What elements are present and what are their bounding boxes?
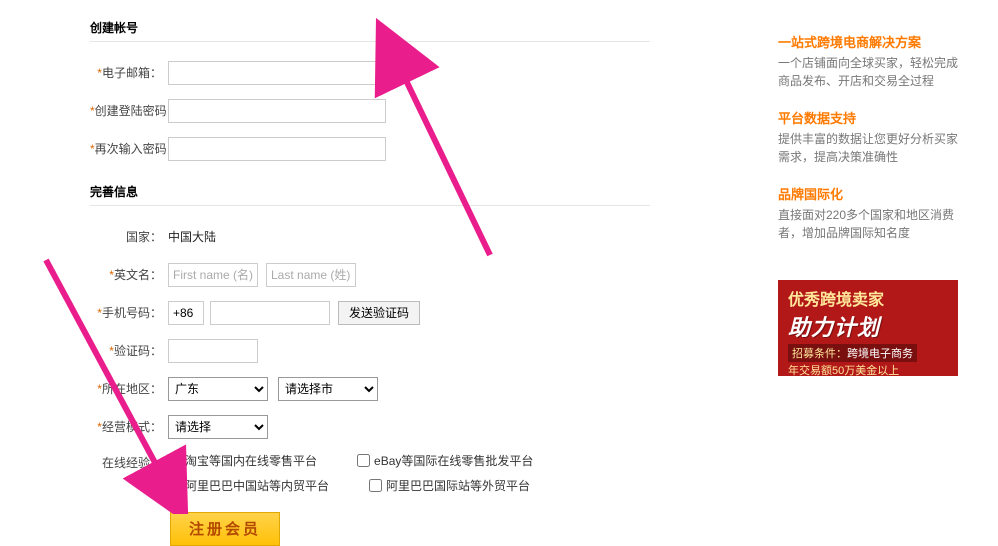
label-vcode: 验证码	[114, 344, 150, 358]
verification-code-input[interactable]	[168, 339, 258, 363]
business-mode-select[interactable]: 请选择	[168, 415, 268, 439]
label-biz-mode: 经营模式	[102, 420, 150, 434]
register-button[interactable]: 注册会员	[170, 512, 280, 546]
label-password-create: 创建登陆密码	[95, 104, 167, 118]
send-sms-button[interactable]: 发送验证码	[338, 301, 420, 325]
last-name-input[interactable]	[266, 263, 356, 287]
label-country: 国家	[126, 230, 150, 244]
label-region: 所在地区	[102, 382, 150, 396]
label-experience: 在线经验	[102, 456, 150, 470]
label-email: 电子邮箱	[102, 66, 150, 80]
promo-line1: 优秀跨境卖家	[788, 286, 948, 310]
promo-banner[interactable]: 优秀跨境卖家 助力计划 招募条件：跨境电子商务 年交易额50万美金以上	[778, 280, 958, 376]
label-en-name: 英文名	[114, 268, 150, 282]
promo-sub1: 招募条件：跨境电子商务	[788, 344, 917, 362]
promo-sub2: 年交易额50万美金以上	[788, 362, 948, 376]
city-select[interactable]: 请选择市	[278, 377, 378, 401]
feature-desc-1: 一个店铺面向全球买家，轻松完成商品发布、开店和交易全过程	[778, 54, 958, 90]
sidebar-features: 一站式跨境电商解决方案 一个店铺面向全球买家，轻松完成商品发布、开店和交易全过程…	[778, 32, 958, 260]
label-password-again: 再次输入密码	[95, 142, 167, 156]
country-value: 中国大陆	[168, 228, 216, 245]
promo-line2: 助力计划	[788, 310, 948, 342]
password-confirm-input[interactable]	[168, 137, 386, 161]
feature-desc-2: 提供丰富的数据让您更好分析买家需求，提高决策准确性	[778, 130, 958, 166]
phone-prefix-input[interactable]	[168, 301, 204, 325]
feature-desc-3: 直接面对220多个国家和地区消费者，增加品牌国际知名度	[778, 206, 958, 242]
province-select[interactable]: 广东	[168, 377, 268, 401]
first-name-input[interactable]	[168, 263, 258, 287]
checkbox-alibaba-cn[interactable]: 阿里巴巴中国站等内贸平台	[168, 477, 329, 494]
phone-number-input[interactable]	[210, 301, 330, 325]
checkbox-taobao[interactable]: 淘宝等国内在线零售平台	[168, 452, 317, 469]
feature-title-1: 一站式跨境电商解决方案	[778, 32, 958, 51]
section-profile: 完善信息	[90, 184, 650, 206]
password-input[interactable]	[168, 99, 386, 123]
section-create-account: 创建帐号	[90, 20, 650, 42]
label-mobile: 手机号码	[102, 306, 150, 320]
checkbox-ebay[interactable]: eBay等国际在线零售批发平台	[357, 452, 533, 469]
email-input[interactable]	[168, 61, 386, 85]
feature-title-3: 品牌国际化	[778, 184, 958, 203]
registration-form: 创建帐号 *电子邮箱： *创建登陆密码： *再次输入密码： 完善信息 国家： 中…	[90, 20, 650, 546]
checkbox-alibaba-intl[interactable]: 阿里巴巴国际站等外贸平台	[369, 477, 530, 494]
feature-title-2: 平台数据支持	[778, 108, 958, 127]
